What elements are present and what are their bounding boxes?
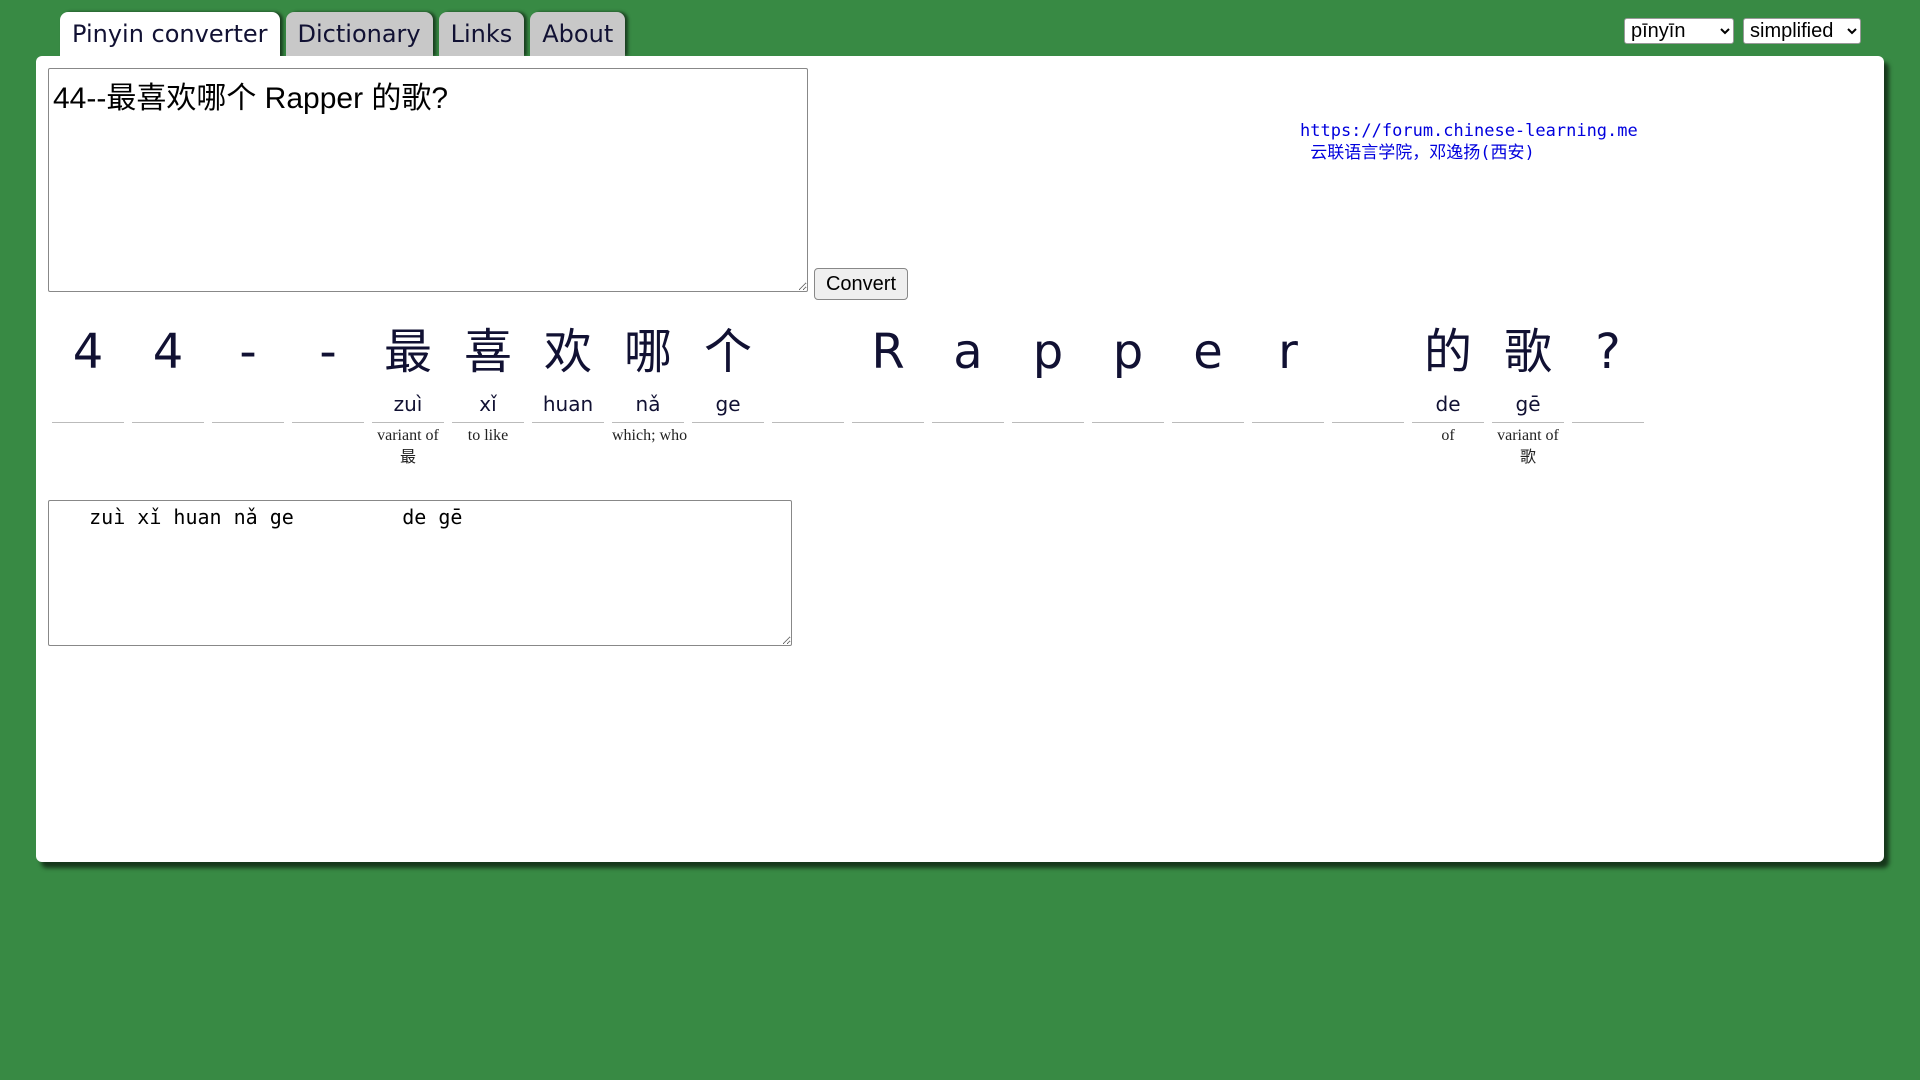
char-pinyin: de — [1412, 388, 1484, 423]
tab-bar: Pinyin converter Dictionary Links About — [60, 12, 626, 58]
tab-dictionary[interactable]: Dictionary — [285, 12, 433, 56]
char-cell: 欢 huan — [532, 316, 604, 469]
char-cell: 4 — [52, 316, 124, 469]
converter-panel: 44--最喜欢哪个 Rapper 的歌? Convert https://for… — [36, 56, 1884, 862]
char-cell: 哪 nǎ which; who — [612, 316, 688, 469]
char-gloss — [932, 423, 1004, 425]
char-cell: 喜 xǐ to like — [452, 316, 524, 469]
char-glyph: - — [319, 324, 337, 380]
char-gloss — [692, 423, 764, 425]
char-gloss — [1572, 423, 1644, 425]
char-gloss — [772, 423, 844, 425]
char-gloss — [852, 423, 924, 425]
char-glyph: 喜 — [463, 324, 512, 380]
char-glyph: 哪 — [623, 324, 672, 380]
char-gloss — [132, 423, 204, 425]
char-gloss — [1172, 423, 1244, 425]
char-glyph: p — [1112, 324, 1144, 380]
char-gloss — [212, 423, 284, 425]
char-glyph: 最 — [383, 324, 432, 380]
char-cell: R — [852, 316, 924, 469]
char-gloss — [1012, 423, 1084, 425]
tone-style-select[interactable]: pīnyīn — [1624, 18, 1734, 44]
options-bar: pīnyīn simplified — [1624, 18, 1861, 44]
char-gloss: which; who — [612, 427, 688, 444]
char-glyph: 歌 — [1503, 324, 1552, 380]
char-gloss: variant of 歌 — [1497, 427, 1559, 466]
char-pinyin — [1092, 388, 1164, 423]
tab-about[interactable]: About — [530, 12, 626, 56]
script-select[interactable]: simplified — [1743, 18, 1861, 44]
char-cell: p — [1092, 316, 1164, 469]
tab-pinyin-converter[interactable]: Pinyin converter — [60, 12, 280, 58]
char-cell: - — [212, 316, 284, 469]
char-glyph: p — [1032, 324, 1064, 380]
char-cell: r — [1252, 316, 1324, 469]
char-cell: 最 zuì variant of 最 — [372, 316, 444, 469]
char-gloss — [1092, 423, 1164, 425]
char-cell: 4 — [132, 316, 204, 469]
char-pinyin — [1252, 388, 1324, 423]
chinese-input[interactable]: 44--最喜欢哪个 Rapper 的歌? — [48, 68, 808, 292]
char-pinyin — [772, 388, 844, 423]
pinyin-output[interactable]: zuì xǐ huan nǎ ge de gē — [48, 500, 792, 646]
char-pinyin: nǎ — [612, 388, 684, 423]
char-glyph: 4 — [152, 324, 184, 380]
char-glyph: 的 — [1423, 324, 1472, 380]
char-glyph: r — [1278, 324, 1298, 380]
char-cell: ? — [1572, 316, 1644, 469]
char-cell: 个 ge — [692, 316, 764, 469]
char-cell: 的 de of — [1412, 316, 1484, 469]
char-cell: e — [1172, 316, 1244, 469]
char-cell: p — [1012, 316, 1084, 469]
char-pinyin: gē — [1492, 388, 1564, 423]
char-glyph: e — [1193, 324, 1223, 380]
char-pinyin — [932, 388, 1004, 423]
char-glyph: 4 — [72, 324, 104, 380]
char-cell: a — [932, 316, 1004, 469]
char-pinyin: zuì — [372, 388, 444, 423]
char-pinyin — [132, 388, 204, 423]
char-pinyin: xǐ — [452, 388, 524, 423]
char-glyph: a — [953, 324, 983, 380]
char-gloss: to like — [467, 427, 509, 444]
char-gloss — [1332, 423, 1404, 425]
char-pinyin — [52, 388, 124, 423]
forum-url: https://forum.chinese-learning.me — [1300, 121, 1638, 141]
school-name: 云联语言学院，邓逸扬(西安) — [1300, 143, 1535, 163]
char-cell: - — [292, 316, 364, 469]
char-glyph: 个 — [703, 324, 752, 380]
char-gloss — [52, 423, 124, 425]
char-gloss — [532, 423, 604, 425]
char-gloss: of — [1441, 427, 1455, 444]
char-pinyin: ge — [692, 388, 764, 423]
char-glyph: ? — [1595, 324, 1621, 380]
char-pinyin — [1172, 388, 1244, 423]
char-gloss — [1252, 423, 1324, 425]
char-cell — [772, 316, 844, 469]
char-glyph: - — [239, 324, 257, 380]
credits-link[interactable]: https://forum.chinese-learning.me 云联语言学院… — [1300, 120, 1638, 164]
char-glyph: 欢 — [543, 324, 592, 380]
tab-links[interactable]: Links — [438, 12, 525, 56]
char-pinyin — [1012, 388, 1084, 423]
char-cell — [1332, 316, 1404, 469]
char-pinyin — [1572, 388, 1644, 423]
char-cell: 歌 gē variant of 歌 — [1492, 316, 1564, 469]
char-pinyin — [212, 388, 284, 423]
char-pinyin — [1332, 388, 1404, 423]
convert-button[interactable]: Convert — [814, 268, 908, 300]
char-glyph: R — [871, 324, 905, 380]
char-pinyin — [852, 388, 924, 423]
char-pinyin — [292, 388, 364, 423]
char-pinyin: huan — [532, 388, 604, 423]
char-gloss — [292, 423, 364, 425]
char-gloss: variant of 最 — [377, 427, 439, 466]
conversion-row: 4 4- - 最 zuì variant of 最喜 xǐ to like 欢 huan 哪 nǎ wh… — [52, 316, 1644, 469]
